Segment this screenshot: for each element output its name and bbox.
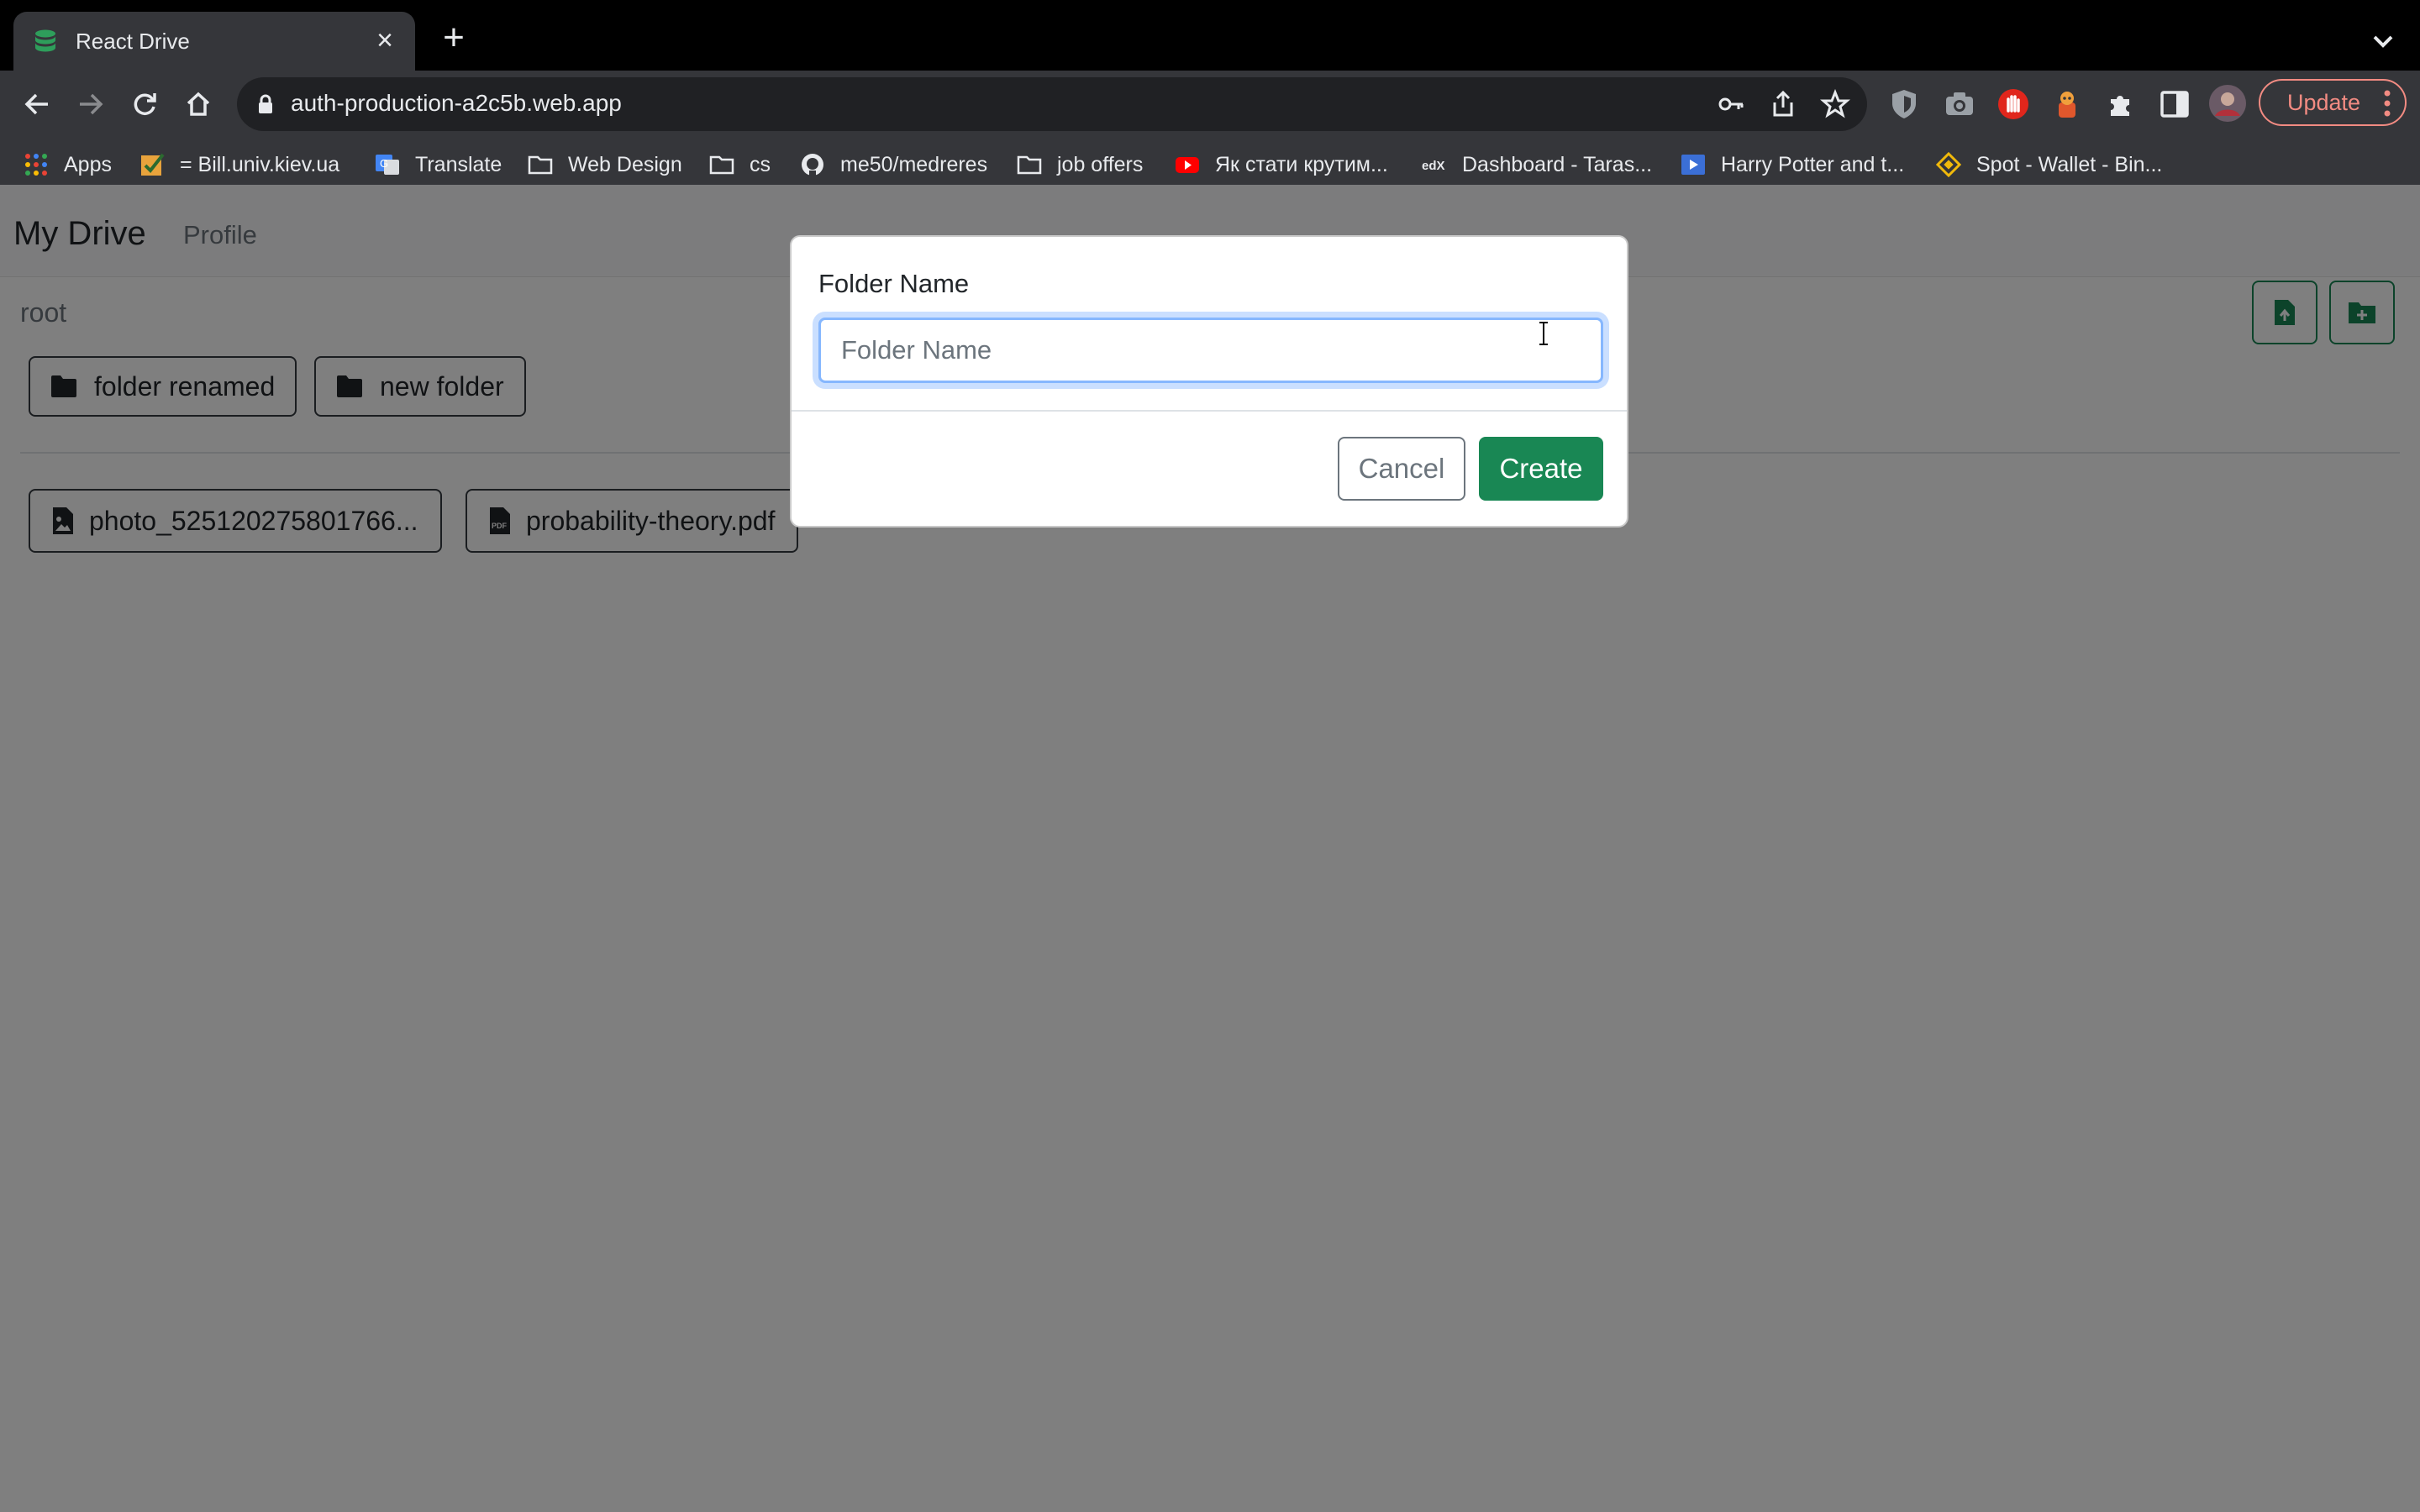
puzzle-extensions-icon[interactable] xyxy=(2104,87,2138,121)
character-extension-icon[interactable] xyxy=(2050,87,2084,121)
bookmark-harry-potter[interactable]: Harry Potter and t... xyxy=(1681,148,1904,181)
video-icon xyxy=(1681,155,1705,175)
reload-icon[interactable] xyxy=(123,82,166,126)
bookmark-label: Apps xyxy=(64,152,112,176)
bookmark-label: cs xyxy=(750,152,771,176)
checkbox-icon xyxy=(141,153,165,176)
google-translate-icon: G xyxy=(376,155,399,175)
browser-tab-strip: React Drive × + xyxy=(0,0,2420,71)
folder-name-input[interactable] xyxy=(818,318,1603,383)
browser-tab[interactable]: React Drive × xyxy=(13,12,415,71)
bookmark-label: Translate xyxy=(415,152,502,176)
youtube-icon xyxy=(1176,157,1199,173)
bookmark-youtube[interactable]: Як стати крутим... xyxy=(1175,148,1388,181)
bookmark-label: = Bill.univ.kiev.ua xyxy=(180,152,340,176)
home-icon[interactable] xyxy=(176,82,220,126)
bookmark-edx-dashboard[interactable]: edX Dashboard - Taras... xyxy=(1422,148,1652,181)
bookmark-apps[interactable]: Apps xyxy=(24,148,112,181)
bookmark-star-icon[interactable] xyxy=(1820,89,1850,119)
modal-footer-divider xyxy=(792,410,1627,412)
lock-icon xyxy=(259,94,272,113)
new-tab-icon[interactable]: + xyxy=(434,18,474,59)
create-folder-modal: Folder Name Cancel Create xyxy=(790,235,1628,528)
bookmark-label: me50/medreres xyxy=(840,152,988,176)
url-text: auth-production-a2c5b.web.app xyxy=(291,90,622,116)
bookmark-folder-web-design[interactable]: Web Design xyxy=(528,148,682,181)
github-icon xyxy=(802,154,823,176)
bookmark-label: job offers xyxy=(1057,152,1144,176)
update-label: Update xyxy=(2287,89,2361,115)
bookmark-label: Harry Potter and t... xyxy=(1721,152,1905,176)
bookmark-label: Spot - Wallet - Bin... xyxy=(1976,152,2163,176)
bookmark-label: Як стати крутим... xyxy=(1215,152,1388,176)
edx-icon: edX xyxy=(1422,159,1445,173)
bookmark-label: Web Design xyxy=(568,152,682,176)
bookmark-github[interactable]: me50/medreres xyxy=(800,148,987,181)
apps-grid-icon xyxy=(25,154,47,176)
forward-arrow-icon[interactable] xyxy=(69,82,113,126)
back-arrow-icon[interactable] xyxy=(15,82,59,126)
app-page: My Drive Profile root folder renamed new… xyxy=(0,185,2420,1512)
close-tab-icon[interactable]: × xyxy=(368,24,402,58)
bookmark-folder-cs[interactable]: cs xyxy=(709,148,771,181)
adblock-hand-icon[interactable] xyxy=(1996,87,2030,121)
address-bar[interactable]: auth-production-a2c5b.web.app xyxy=(237,77,1867,131)
text-cursor-icon xyxy=(1539,322,1548,345)
svg-text:edX: edX xyxy=(1422,159,1445,173)
bookmark-folder-job-offers[interactable]: job offers xyxy=(1017,148,1143,181)
profile-avatar-icon[interactable] xyxy=(2208,84,2247,123)
bookmark-binance[interactable]: Spot - Wallet - Bin... xyxy=(1936,148,2162,181)
folder-icon xyxy=(528,155,553,175)
svg-text:G: G xyxy=(380,157,388,170)
bookmark-translate[interactable]: G Translate xyxy=(375,148,502,181)
camera-extension-icon[interactable] xyxy=(1943,87,1976,121)
bookmark-bill-univ[interactable]: = Bill.univ.kiev.ua xyxy=(139,148,339,181)
update-browser-button[interactable]: Update xyxy=(2259,79,2407,126)
folder-name-label: Folder Name xyxy=(818,269,970,298)
folder-icon xyxy=(1017,155,1042,175)
chevron-down-icon[interactable] xyxy=(2366,25,2400,59)
bookmark-label: Dashboard - Taras... xyxy=(1462,152,1653,176)
binance-icon xyxy=(1936,152,1961,177)
more-vertical-icon xyxy=(2384,90,2391,117)
shield-extension-icon[interactable] xyxy=(1887,87,1921,121)
database-icon xyxy=(35,29,55,52)
side-panel-icon[interactable] xyxy=(2158,87,2191,121)
folder-icon xyxy=(709,155,734,175)
share-icon[interactable] xyxy=(1768,89,1798,119)
cancel-button[interactable]: Cancel xyxy=(1338,437,1465,501)
tab-title: React Drive xyxy=(76,28,190,54)
key-icon[interactable] xyxy=(1716,89,1746,119)
browser-toolbar: auth-production-a2c5b.web.app Update App… xyxy=(0,71,2420,202)
create-button[interactable]: Create xyxy=(1479,437,1603,501)
